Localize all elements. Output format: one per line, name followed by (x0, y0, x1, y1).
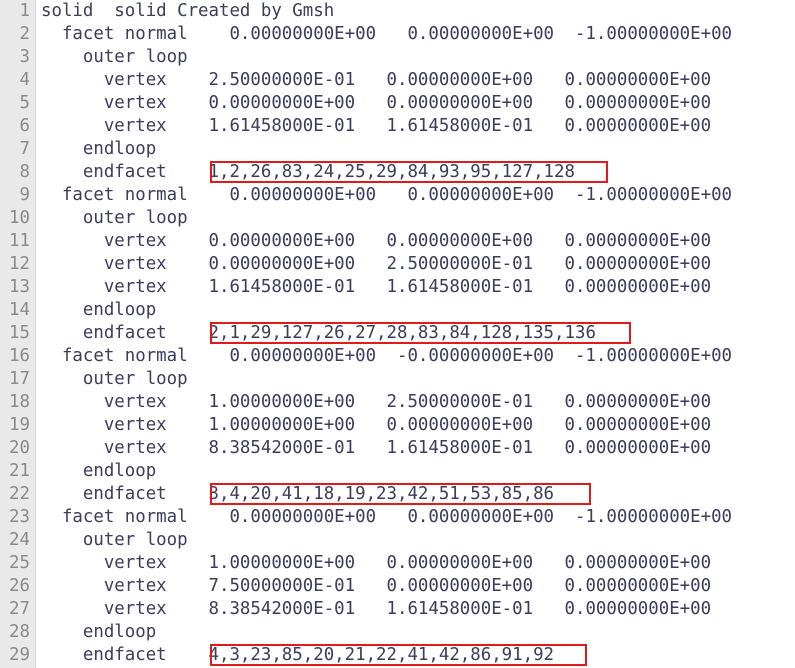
code-text[interactable]: facet normal 0.00000000E+00 -0.00000000E… (41, 345, 732, 368)
code-line[interactable]: 7 endloop (0, 138, 795, 161)
code-text[interactable]: endloop (41, 460, 156, 483)
code-line[interactable]: 15 endfacet 2,1,29,127,26,27,28,83,84,12… (0, 322, 795, 345)
line-number: 23 (9, 507, 30, 527)
code-line[interactable]: 20 vertex 8.38542000E-01 1.61458000E-01 … (0, 437, 795, 460)
code-text[interactable]: solid solid Created by Gmsh (41, 0, 334, 23)
line-number: 19 (9, 415, 30, 435)
code-line[interactable]: 6 vertex 1.61458000E-01 1.61458000E-01 0… (0, 115, 795, 138)
line-number: 4 (19, 70, 30, 90)
line-number: 28 (9, 622, 30, 642)
code-text[interactable]: facet normal 0.00000000E+00 0.00000000E+… (41, 23, 732, 46)
line-number: 8 (19, 162, 30, 182)
code-line[interactable]: 10 outer loop (0, 207, 795, 230)
code-text[interactable]: facet normal 0.00000000E+00 0.00000000E+… (41, 506, 732, 529)
code-text[interactable]: endloop (41, 299, 156, 322)
code-line[interactable]: 1 solid solid Created by Gmsh (0, 0, 795, 23)
line-number: 2 (19, 24, 30, 44)
code-line[interactable]: 8 endfacet 1,2,26,83,24,25,29,84,93,95,1… (0, 161, 795, 184)
code-line[interactable]: 22 endfacet 3,4,20,41,18,19,23,42,51,53,… (0, 483, 795, 506)
line-number: 1 (19, 1, 30, 21)
line-number: 22 (9, 484, 30, 504)
line-number: 10 (9, 208, 30, 228)
code-line[interactable]: 24 outer loop (0, 529, 795, 552)
code-line[interactable]: 13 vertex 1.61458000E-01 1.61458000E-01 … (0, 276, 795, 299)
code-line[interactable]: 2 facet normal 0.00000000E+00 0.00000000… (0, 23, 795, 46)
code-text[interactable]: vertex 1.61458000E-01 1.61458000E-01 0.0… (41, 115, 711, 138)
line-number: 25 (9, 553, 30, 573)
code-text[interactable]: endfacet 2,1,29,127,26,27,28,83,84,128,1… (41, 322, 596, 345)
line-number: 3 (19, 47, 30, 67)
code-line[interactable]: 23 facet normal 0.00000000E+00 0.0000000… (0, 506, 795, 529)
line-number: 6 (19, 116, 30, 136)
code-text[interactable]: vertex 1.00000000E+00 0.00000000E+00 0.0… (41, 552, 711, 575)
line-number: 24 (9, 530, 30, 550)
code-line[interactable]: 27 vertex 8.38542000E-01 1.61458000E-01 … (0, 598, 795, 621)
line-number: 17 (9, 369, 30, 389)
code-line[interactable]: 11 vertex 0.00000000E+00 0.00000000E+00 … (0, 230, 795, 253)
code-text[interactable]: endfacet 1,2,26,83,24,25,29,84,93,95,127… (41, 161, 575, 184)
line-number: 21 (9, 461, 30, 481)
line-number: 27 (9, 599, 30, 619)
code-line[interactable]: 18 vertex 1.00000000E+00 2.50000000E-01 … (0, 391, 795, 414)
code-text[interactable]: endfacet 4,3,23,85,20,21,22,41,42,86,91,… (41, 644, 554, 667)
line-number: 26 (9, 576, 30, 596)
code-text[interactable]: vertex 2.50000000E-01 0.00000000E+00 0.0… (41, 69, 711, 92)
code-line[interactable]: 9 facet normal 0.00000000E+00 0.00000000… (0, 184, 795, 207)
code-line[interactable]: 28 endloop (0, 621, 795, 644)
code-text[interactable]: endfacet 3,4,20,41,18,19,23,42,51,53,85,… (41, 483, 554, 506)
code-line[interactable]: 21 endloop (0, 460, 795, 483)
code-line[interactable]: 5 vertex 0.00000000E+00 0.00000000E+00 0… (0, 92, 795, 115)
line-number: 11 (9, 231, 30, 251)
code-text[interactable]: vertex 8.38542000E-01 1.61458000E-01 0.0… (41, 437, 711, 460)
code-line[interactable]: 19 vertex 1.00000000E+00 0.00000000E+00 … (0, 414, 795, 437)
code-text[interactable]: vertex 0.00000000E+00 0.00000000E+00 0.0… (41, 92, 711, 115)
code-line[interactable]: 29 endfacet 4,3,23,85,20,21,22,41,42,86,… (0, 644, 795, 667)
code-line[interactable]: 16 facet normal 0.00000000E+00 -0.000000… (0, 345, 795, 368)
code-line[interactable]: 17 outer loop (0, 368, 795, 391)
code-text[interactable]: vertex 1.61458000E-01 1.61458000E-01 0.0… (41, 276, 711, 299)
code-text[interactable]: outer loop (41, 529, 188, 552)
line-number: 9 (19, 185, 30, 205)
code-text[interactable]: vertex 0.00000000E+00 2.50000000E-01 0.0… (41, 253, 711, 276)
line-number: 5 (19, 93, 30, 113)
line-number: 16 (9, 346, 30, 366)
line-number: 15 (9, 323, 30, 343)
code-text[interactable]: outer loop (41, 207, 188, 230)
code-line[interactable]: 26 vertex 7.50000000E-01 0.00000000E+00 … (0, 575, 795, 598)
code-text[interactable]: endloop (41, 621, 156, 644)
line-number: 13 (9, 277, 30, 297)
code-line[interactable]: 14 endloop (0, 299, 795, 322)
code-line[interactable]: 4 vertex 2.50000000E-01 0.00000000E+00 0… (0, 69, 795, 92)
code-text[interactable]: facet normal 0.00000000E+00 0.00000000E+… (41, 184, 732, 207)
code-line[interactable]: 25 vertex 1.00000000E+00 0.00000000E+00 … (0, 552, 795, 575)
code-text[interactable]: vertex 1.00000000E+00 0.00000000E+00 0.0… (41, 414, 711, 437)
code-text[interactable]: vertex 8.38542000E-01 1.61458000E-01 0.0… (41, 598, 711, 621)
code-text[interactable]: endloop (41, 138, 156, 161)
code-text[interactable]: outer loop (41, 46, 188, 69)
code-text[interactable]: outer loop (41, 368, 188, 391)
line-number: 12 (9, 254, 30, 274)
code-editor[interactable]: 1 solid solid Created by Gmsh 2 facet norm… (0, 0, 795, 668)
code-text[interactable]: vertex 0.00000000E+00 0.00000000E+00 0.0… (41, 230, 711, 253)
line-number: 14 (9, 300, 30, 320)
code-text[interactable]: vertex 7.50000000E-01 0.00000000E+00 0.0… (41, 575, 711, 598)
line-number: 18 (9, 392, 30, 412)
code-line[interactable]: 3 outer loop (0, 46, 795, 69)
line-number: 20 (9, 438, 30, 458)
line-number: 7 (19, 139, 30, 159)
code-text[interactable]: vertex 1.00000000E+00 2.50000000E-01 0.0… (41, 391, 711, 414)
code-line[interactable]: 12 vertex 0.00000000E+00 2.50000000E-01 … (0, 253, 795, 276)
line-number: 29 (9, 645, 30, 665)
